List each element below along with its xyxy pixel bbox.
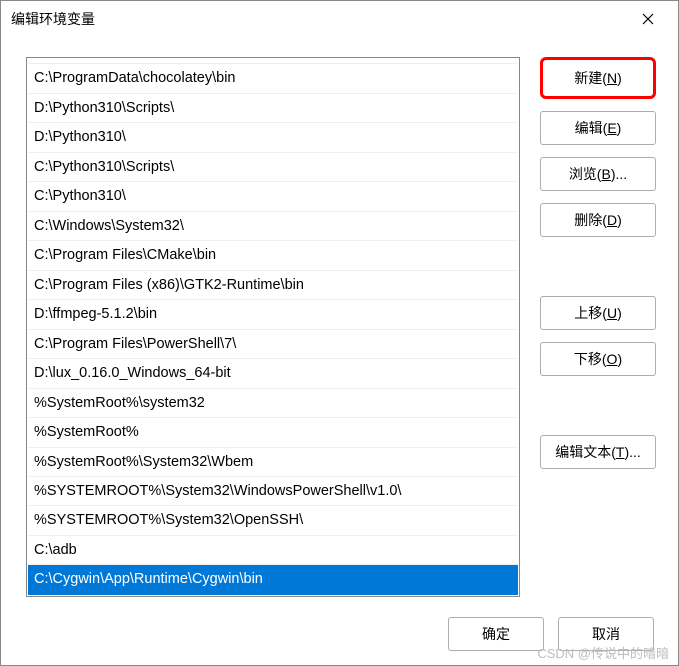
- cancel-button[interactable]: 取消: [558, 617, 654, 651]
- list-item[interactable]: D:\Python310\Scripts\: [28, 94, 518, 123]
- spacer: [540, 388, 656, 423]
- list-item[interactable]: C:\Program Files\PowerShell\7\: [28, 330, 518, 359]
- list-item[interactable]: C:\ProgramData\chocolatey\bin: [28, 64, 518, 93]
- sidebar: 新建(N) 编辑(E) 浏览(B)... 删除(D) 上移(U) 下移(O) 编…: [540, 57, 656, 607]
- titlebar: 编辑环境变量: [1, 1, 678, 37]
- list-item[interactable]: C:\msys64\mingw64\bin: [28, 57, 518, 64]
- content-area: C:\Program Files\JetBrains\PyCharm Commu…: [1, 37, 678, 617]
- list-item[interactable]: %SYSTEMROOT%\System32\OpenSSH\: [28, 506, 518, 535]
- edit-button[interactable]: 编辑(E): [540, 111, 656, 145]
- list-item[interactable]: C:\Python310\: [28, 182, 518, 211]
- list-item[interactable]: C:\Program Files\CMake\bin: [28, 241, 518, 270]
- dialog-title: 编辑环境变量: [11, 9, 95, 29]
- list-item[interactable]: %SYSTEMROOT%\System32\WindowsPowerShell\…: [28, 477, 518, 506]
- env-var-dialog: 编辑环境变量 C:\Program Files\JetBrains\PyChar…: [0, 0, 679, 666]
- moveup-button[interactable]: 上移(U): [540, 296, 656, 330]
- movedown-button[interactable]: 下移(O): [540, 342, 656, 376]
- list-item[interactable]: C:\Cygwin\App\Runtime\Cygwin\bin: [28, 565, 518, 594]
- delete-button[interactable]: 删除(D): [540, 203, 656, 237]
- ok-button[interactable]: 确定: [448, 617, 544, 651]
- list-item[interactable]: C:\Python310\Scripts\: [28, 153, 518, 182]
- list-item[interactable]: C:\Windows\System32\: [28, 212, 518, 241]
- browse-button[interactable]: 浏览(B)...: [540, 157, 656, 191]
- close-icon: [642, 13, 654, 25]
- list-item[interactable]: C:\Program Files (x86)\GTK2-Runtime\bin: [28, 271, 518, 300]
- list-item[interactable]: D:\lux_0.16.0_Windows_64-bit: [28, 359, 518, 388]
- list-item[interactable]: C:\adb: [28, 536, 518, 565]
- new-button[interactable]: 新建(N): [540, 57, 656, 99]
- path-listbox[interactable]: C:\Program Files\JetBrains\PyCharm Commu…: [26, 57, 520, 597]
- list-item[interactable]: %SystemRoot%\system32: [28, 389, 518, 418]
- footer: 确定 取消: [1, 617, 678, 665]
- edittext-button[interactable]: 编辑文本(T)...: [540, 435, 656, 469]
- close-button[interactable]: [628, 5, 668, 33]
- list-item[interactable]: D:\ffmpeg-5.1.2\bin: [28, 300, 518, 329]
- spacer: [540, 249, 656, 284]
- list-item[interactable]: %SystemRoot%\System32\Wbem: [28, 448, 518, 477]
- list-item[interactable]: D:\Python310\: [28, 123, 518, 152]
- list-item[interactable]: %SystemRoot%: [28, 418, 518, 447]
